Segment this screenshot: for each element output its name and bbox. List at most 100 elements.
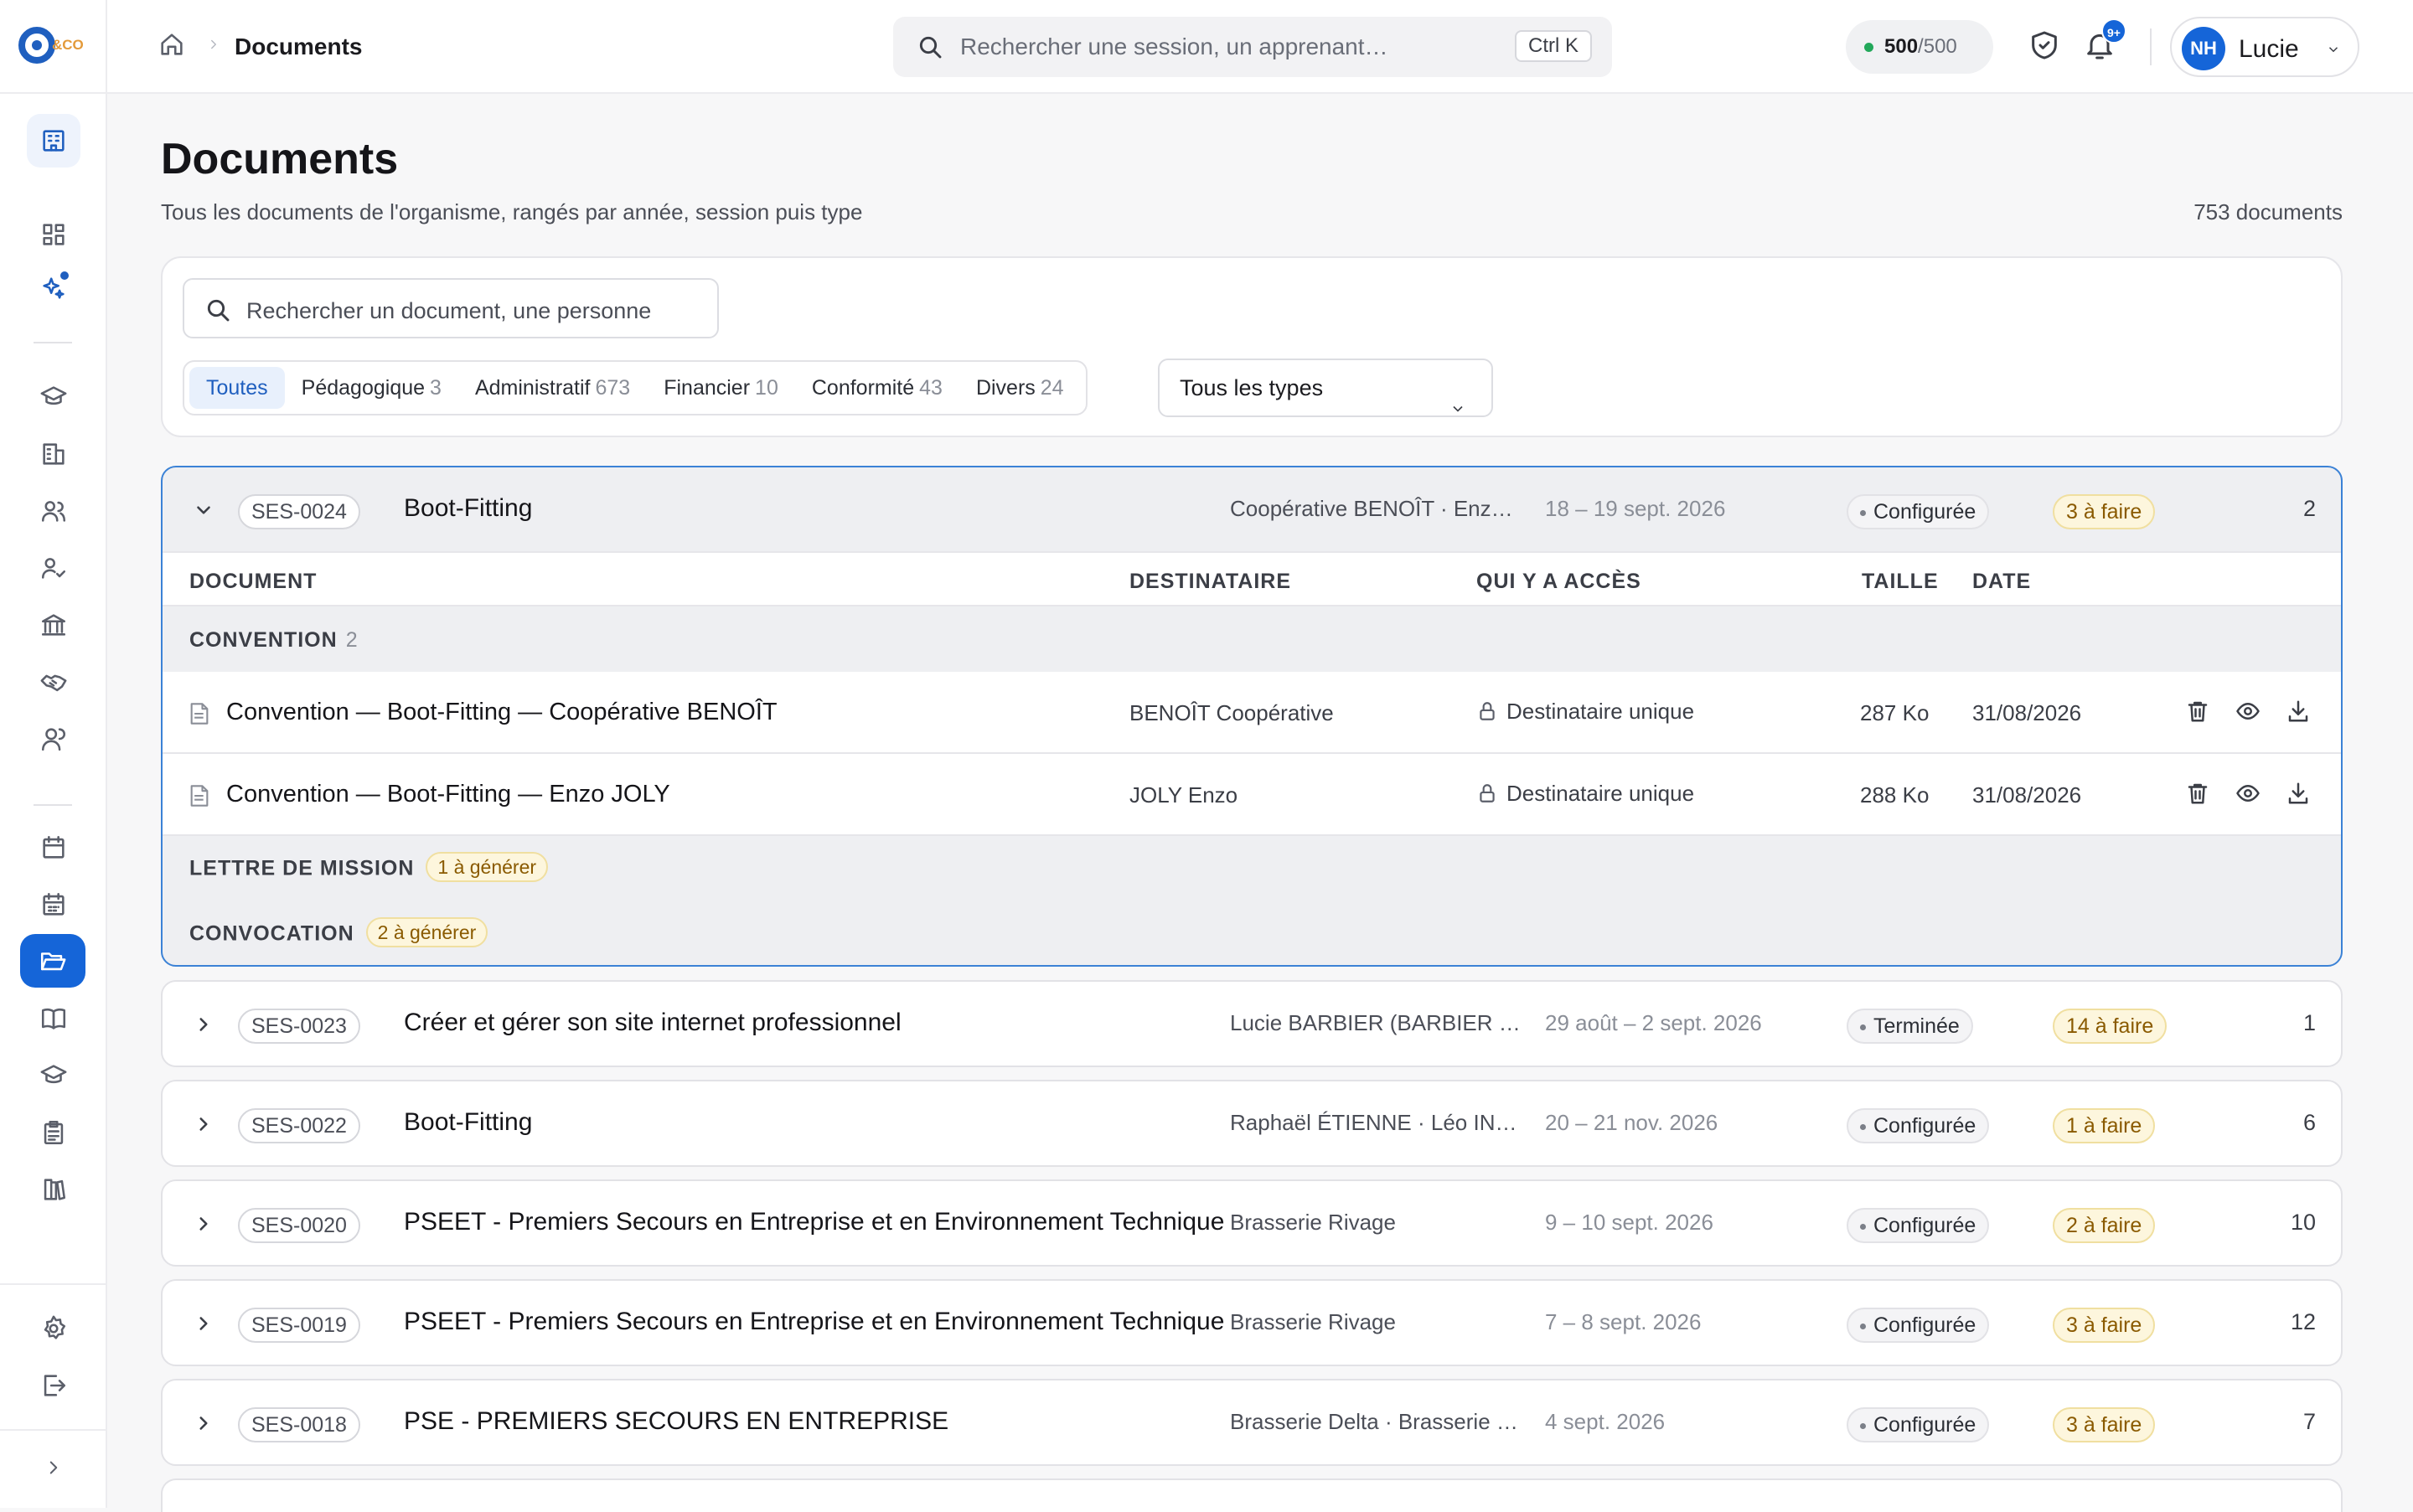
- chevron-right-icon[interactable]: [193, 1113, 214, 1135]
- sidebar-item-equipe[interactable]: [34, 719, 74, 759]
- sidebar-item-documents[interactable]: [20, 934, 85, 988]
- lock-icon: [1476, 700, 1498, 722]
- session-panel[interactable]: SES-0020 PSEET - Premiers Secours en Ent…: [161, 1179, 2343, 1267]
- credits-used: 500: [1884, 35, 1919, 58]
- user-menu[interactable]: NH Lucie: [2170, 17, 2359, 77]
- users-icon: [41, 501, 66, 522]
- document-size: 287 Ko: [1860, 700, 1930, 725]
- status-badge: Configurée: [1847, 1308, 1990, 1343]
- session-dates: 20 – 21 nov. 2026: [1545, 1110, 1718, 1135]
- doc-group-convocation[interactable]: CONVOCATION 2 à générer: [163, 901, 2341, 965]
- lock-icon: [1476, 782, 1498, 804]
- sidebar-item-entreprises[interactable]: [34, 434, 74, 474]
- breadcrumb-current: Documents: [235, 34, 363, 59]
- calendar-icon: [43, 835, 65, 859]
- sidebar-item-parametres[interactable]: [34, 1308, 74, 1349]
- session-doc-count: 2: [2302, 496, 2316, 521]
- chevron-right-icon[interactable]: [193, 1412, 214, 1434]
- chevron-right-icon[interactable]: [193, 1313, 214, 1334]
- chevron-right-icon[interactable]: [193, 1213, 214, 1235]
- session-code: SES-0024: [238, 494, 360, 529]
- logout-icon: [44, 1375, 66, 1396]
- status-badge: Terminée: [1847, 1009, 1973, 1044]
- settings-icon: [44, 1315, 66, 1339]
- shield-icon[interactable]: [2028, 28, 2061, 62]
- sidebar-item-formations[interactable]: [34, 377, 74, 417]
- notification-badge: 9+: [2101, 18, 2126, 44]
- sidebar-item-catalogue[interactable]: [34, 999, 74, 1039]
- search-icon: [204, 297, 231, 323]
- page-subtitle: Tous les documents de l'organisme, rangé…: [161, 199, 863, 224]
- tab-administratif[interactable]: Administratif 673: [458, 367, 647, 409]
- search-icon: [917, 34, 943, 60]
- sidebar-item-organisme[interactable]: [27, 114, 80, 168]
- trash-icon[interactable]: [2185, 699, 2210, 724]
- file-icon: [189, 784, 209, 808]
- sidebar-item-assistant[interactable]: [34, 268, 74, 308]
- app-logo[interactable]: &CO: [18, 25, 89, 65]
- session-header[interactable]: SES-0024 Boot-Fitting Coopérative BENOÎT…: [163, 467, 2341, 551]
- sidebar-item-logout[interactable]: [34, 1365, 74, 1406]
- sidebar-item-dashboard[interactable]: [34, 214, 74, 255]
- todo-badge: 3 à faire: [2053, 494, 2156, 529]
- type-select-value: Tous les types: [1180, 375, 1324, 400]
- library-icon: [44, 1179, 66, 1200]
- trash-icon[interactable]: [2185, 781, 2210, 806]
- credits-total: 500: [1923, 35, 1957, 58]
- chevron-down-icon[interactable]: [193, 499, 214, 521]
- header-divider: [2150, 28, 2152, 65]
- todo-badge: 2 à faire: [2053, 1208, 2156, 1243]
- session-client: Brasserie Rivage: [1230, 1309, 1396, 1334]
- sidebar-item-parcours[interactable]: [34, 1055, 74, 1096]
- folder-open-icon: [40, 952, 66, 971]
- sidebar-item-sessions[interactable]: [34, 885, 74, 925]
- tab-pedagogique[interactable]: Pédagogique 3: [285, 367, 458, 409]
- sidebar-divider: [0, 92, 107, 94]
- session-panel[interactable]: SES-0019 PSEET - Premiers Secours en Ent…: [161, 1279, 2343, 1366]
- document-search-input[interactable]: Rechercher un document, une personne: [183, 278, 719, 338]
- sidebar: &CO: [0, 0, 107, 1508]
- home-icon[interactable]: [158, 30, 186, 59]
- todo-badge: 14 à faire: [2053, 1009, 2168, 1044]
- download-icon[interactable]: [2286, 781, 2311, 806]
- session-code: SES-0020: [238, 1208, 360, 1243]
- tab-label: Administratif: [474, 376, 591, 400]
- sidebar-item-planning[interactable]: [34, 828, 74, 868]
- session-name: Boot-Fitting: [404, 494, 533, 522]
- book-icon: [41, 1008, 66, 1030]
- session-panel[interactable]: [161, 1478, 2343, 1512]
- session-panel[interactable]: SES-0023 Créer et gérer son site interne…: [161, 980, 2343, 1067]
- status-badge: Configurée: [1847, 494, 1990, 529]
- sidebar-collapse-button[interactable]: [34, 1447, 74, 1488]
- sidebar-item-bibliotheque[interactable]: [34, 1169, 74, 1210]
- tab-financier[interactable]: Financier 10: [647, 367, 795, 409]
- sidebar-item-financeurs[interactable]: [34, 605, 74, 645]
- download-icon[interactable]: [2286, 699, 2311, 724]
- sidebar-item-formateurs[interactable]: [34, 548, 74, 588]
- tab-divers[interactable]: Divers 24: [959, 367, 1081, 409]
- status-dot: [1864, 43, 1873, 52]
- group-label: LETTRE DE MISSION: [189, 856, 415, 880]
- tab-count: 10: [755, 376, 778, 400]
- eye-icon[interactable]: [2235, 781, 2261, 806]
- session-client: Brasserie Delta · Brasserie Rivage: [1230, 1409, 1523, 1434]
- global-search-input[interactable]: Rechercher une session, un apprenant… Ct…: [893, 17, 1612, 77]
- sidebar-item-apprenants[interactable]: [34, 491, 74, 531]
- graduation-icon: [40, 1065, 67, 1084]
- table-row[interactable]: Convention — Boot-Fitting — Enzo JOLY JO…: [163, 754, 2341, 836]
- doc-group-convention[interactable]: CONVENTION 2: [163, 606, 2341, 672]
- tab-toutes[interactable]: Toutes: [189, 367, 285, 409]
- chevron-right-icon[interactable]: [193, 1014, 214, 1035]
- sidebar-item-evaluations[interactable]: [34, 1112, 74, 1153]
- table-row[interactable]: Convention — Boot-Fitting — Coopérative …: [163, 672, 2341, 754]
- type-select[interactable]: Tous les types: [1158, 359, 1493, 417]
- session-code: SES-0018: [238, 1407, 360, 1442]
- sidebar-item-partenaires[interactable]: [34, 662, 74, 702]
- tab-conformite[interactable]: Conformité 43: [795, 367, 959, 409]
- doc-group-lettre-de-mission[interactable]: LETTRE DE MISSION 1 à générer: [163, 836, 2341, 901]
- session-panel[interactable]: SES-0018 PSE - PREMIERS SECOURS EN ENTRE…: [161, 1379, 2343, 1466]
- eye-icon[interactable]: [2235, 699, 2261, 724]
- session-panel[interactable]: SES-0022 Boot-Fitting Raphaël ÉTIENNE · …: [161, 1080, 2343, 1167]
- column-header-document: DOCUMENT: [189, 570, 318, 593]
- credits-counter[interactable]: 500/500: [1846, 20, 1993, 74]
